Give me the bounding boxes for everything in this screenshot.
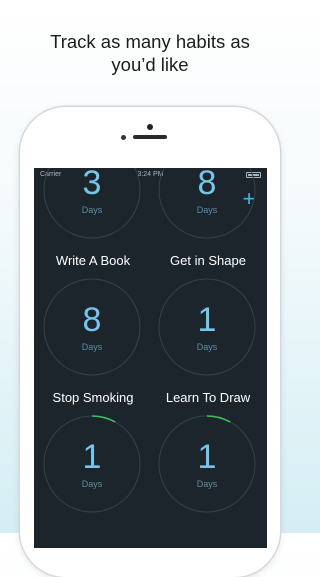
habit-name: Learn To Draw bbox=[165, 390, 251, 405]
habit-name: Stop Smoking bbox=[52, 390, 134, 405]
habit-card[interactable]: 3 Days Write A Book bbox=[38, 168, 148, 290]
habit-day-count: 1 bbox=[197, 438, 217, 476]
habit-day-unit: Days bbox=[81, 479, 103, 489]
habit-day-unit: Days bbox=[81, 205, 103, 215]
headline-line-2: you’d like bbox=[111, 54, 189, 75]
headline-line-1: Track as many habits as bbox=[50, 31, 250, 52]
habit-name: Write A Book bbox=[55, 253, 131, 268]
habit-day-count: 1 bbox=[197, 301, 217, 339]
habit-day-unit: Days bbox=[81, 342, 103, 352]
habit-day-count: 1 bbox=[82, 438, 102, 476]
habit-day-unit: Days bbox=[196, 205, 218, 215]
app-screen: Carrier 3:24 PM + 3 Days Write A Book 8 … bbox=[34, 168, 267, 548]
habit-card[interactable]: 8 Days Stop Smoking bbox=[38, 277, 148, 427]
habit-day-count: 3 bbox=[82, 168, 102, 202]
habit-name: Get in Shape bbox=[170, 253, 246, 268]
sensor-dot bbox=[121, 135, 126, 140]
habit-day-unit: Days bbox=[196, 479, 218, 489]
marketing-headline: Track as many habits as you’d like bbox=[0, 30, 300, 76]
habit-day-count: 8 bbox=[197, 168, 217, 202]
habit-card[interactable]: 1 Days Learn To Draw bbox=[153, 277, 263, 427]
camera-dot bbox=[147, 124, 153, 130]
habit-day-count: 8 bbox=[82, 301, 102, 339]
habit-card[interactable]: 1 Days bbox=[38, 414, 148, 548]
habit-card[interactable]: 8 Days Get in Shape bbox=[153, 168, 263, 290]
habit-day-unit: Days bbox=[196, 342, 218, 352]
habit-card[interactable]: 1 Days bbox=[153, 414, 263, 548]
speaker-grille bbox=[133, 135, 167, 139]
